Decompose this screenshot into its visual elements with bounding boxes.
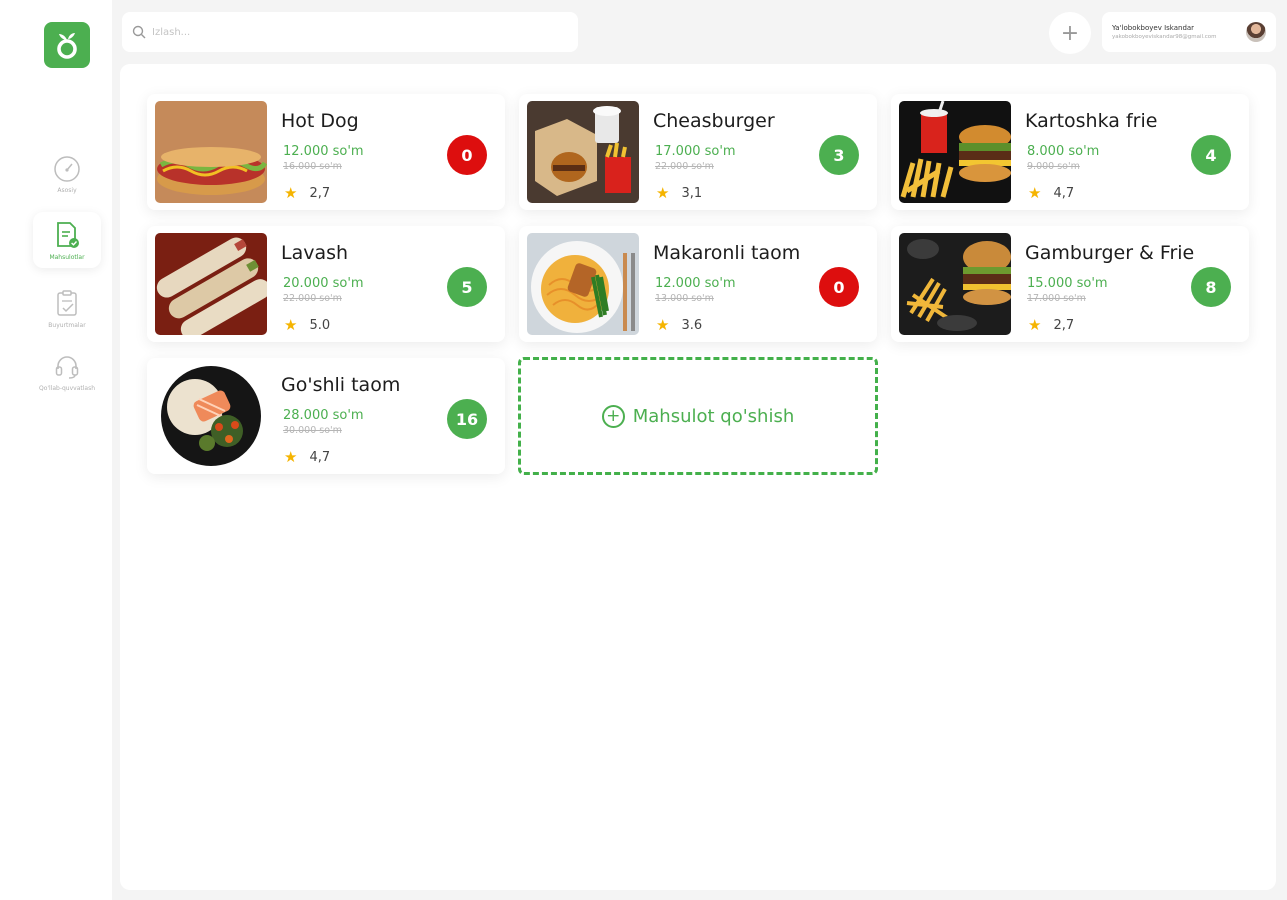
- logo-icon: [57, 33, 77, 59]
- stock-badge: 16: [447, 399, 487, 439]
- plus-circle-icon: +: [601, 404, 625, 428]
- product-old-price: 16.000 so'm: [283, 161, 342, 172]
- product-rating: ★ 4,7: [284, 448, 330, 466]
- product-price: 15.000 so'm: [1027, 276, 1108, 291]
- product-name: Cheasburger: [653, 110, 775, 132]
- product-name: Go'shli taom: [281, 374, 401, 396]
- product-old-price: 22.000 so'm: [283, 293, 342, 304]
- search-bar[interactable]: [122, 12, 578, 52]
- product-image: [155, 101, 267, 203]
- product-price: 28.000 so'm: [283, 408, 364, 423]
- product-rating: ★ 4,7: [1028, 184, 1074, 202]
- product-name: Lavash: [281, 242, 349, 264]
- product-price: 17.000 so'm: [655, 144, 736, 159]
- app-logo[interactable]: [44, 22, 90, 68]
- sidebar-item-label: Mahsulotlar: [49, 253, 85, 261]
- stock-badge: 0: [447, 135, 487, 175]
- product-card[interactable]: Cheasburger 17.000 so'm 22.000 so'm ★ 3,1…: [519, 94, 877, 210]
- add-product-label: Mahsulot qo'shish: [632, 405, 795, 427]
- product-old-price: 30.000 so'm: [283, 425, 342, 436]
- product-card[interactable]: Hot Dog 12.000 so'm 16.000 so'm ★ 2,7 0: [147, 94, 505, 210]
- product-name: Hot Dog: [281, 110, 359, 132]
- product-old-price: 9.000 so'm: [1027, 161, 1080, 172]
- product-image: [155, 365, 267, 467]
- product-image: [527, 101, 639, 203]
- stock-badge: 8: [1191, 267, 1231, 307]
- sidebar-item-label: Qo'llab-quvvatlash: [38, 384, 96, 392]
- sidebar-item-label: Buyurtmalar: [48, 321, 86, 329]
- product-old-price: 13.000 so'm: [655, 293, 714, 304]
- product-price: 12.000 so'm: [655, 276, 736, 291]
- star-icon: ★: [284, 448, 298, 466]
- product-price: 20.000 so'm: [283, 276, 364, 291]
- sidebar-item-products[interactable]: Mahsulotlar: [33, 212, 101, 268]
- star-icon: ★: [656, 184, 670, 202]
- sidebar-item-dashboard[interactable]: Asosiy: [33, 146, 101, 202]
- user-profile[interactable]: Ya'lobokboyev Iskandar yakobokboyeviskan…: [1102, 12, 1276, 52]
- sidebar-item-orders[interactable]: Buyurtmalar: [33, 280, 101, 336]
- product-rating: ★ 3.6: [656, 316, 702, 334]
- plus-icon: +: [1060, 20, 1080, 46]
- headset-icon: [55, 355, 79, 379]
- user-email: yakobokboyeviskandar98@gmail.com: [1112, 34, 1217, 40]
- product-price: 12.000 so'm: [283, 144, 364, 159]
- product-image: [527, 233, 639, 335]
- avatar[interactable]: [1246, 22, 1266, 42]
- product-image: [155, 233, 267, 335]
- search-input[interactable]: [152, 26, 552, 38]
- product-name: Kartoshka frie: [1025, 110, 1158, 132]
- search-icon: [132, 25, 146, 39]
- sidebar: Asosiy Mahsulotlar Buyurtmalar Qo'llab-q…: [0, 0, 112, 900]
- stock-badge: 5: [447, 267, 487, 307]
- rating-value: 4,7: [309, 449, 331, 465]
- star-icon: ★: [284, 316, 298, 334]
- product-card[interactable]: Kartoshka frie 8.000 so'm 9.000 so'm ★ 4,…: [891, 94, 1249, 210]
- rating-value: 3,1: [681, 185, 703, 201]
- product-card[interactable]: Gamburger & Frie 15.000 so'm 17.000 so'm…: [891, 226, 1249, 342]
- add-product-button[interactable]: + Mahsulot qo'shish: [518, 357, 878, 475]
- gauge-icon: [54, 155, 80, 182]
- product-old-price: 17.000 so'm: [1027, 293, 1086, 304]
- stock-badge: 3: [819, 135, 859, 175]
- clipboard-icon: [57, 289, 77, 316]
- star-icon: ★: [656, 316, 670, 334]
- product-rating: ★ 2,7: [1028, 316, 1074, 334]
- rating-value: 5.0: [309, 317, 331, 333]
- stock-badge: 4: [1191, 135, 1231, 175]
- product-card[interactable]: Lavash 20.000 so'm 22.000 so'm ★ 5.0 5: [147, 226, 505, 342]
- product-card[interactable]: Go'shli taom 28.000 so'm 30.000 so'm ★ 4,…: [147, 358, 505, 474]
- rating-value: 3.6: [681, 317, 703, 333]
- rating-value: 2,7: [1053, 317, 1075, 333]
- star-icon: ★: [1028, 184, 1042, 202]
- product-rating: ★ 5.0: [284, 316, 330, 334]
- product-price: 8.000 so'm: [1027, 144, 1100, 159]
- product-image: [899, 233, 1011, 335]
- star-icon: ★: [284, 184, 298, 202]
- product-rating: ★ 2,7: [284, 184, 330, 202]
- rating-value: 4,7: [1053, 185, 1075, 201]
- rating-value: 2,7: [309, 185, 331, 201]
- product-name: Gamburger & Frie: [1025, 242, 1195, 264]
- sidebar-item-label: Asosiy: [57, 186, 77, 194]
- product-image: [899, 101, 1011, 203]
- product-name: Makaronli taom: [653, 242, 801, 264]
- add-button[interactable]: +: [1049, 12, 1091, 54]
- sidebar-item-support[interactable]: Qo'llab-quvvatlash: [33, 344, 101, 400]
- product-card[interactable]: Makaronli taom 12.000 so'm 13.000 so'm ★…: [519, 226, 877, 342]
- stock-badge: 0: [819, 267, 859, 307]
- product-rating: ★ 3,1: [656, 184, 702, 202]
- user-name: Ya'lobokboyev Iskandar: [1112, 24, 1195, 32]
- star-icon: ★: [1028, 316, 1042, 334]
- product-old-price: 22.000 so'm: [655, 161, 714, 172]
- document-icon: [57, 221, 79, 248]
